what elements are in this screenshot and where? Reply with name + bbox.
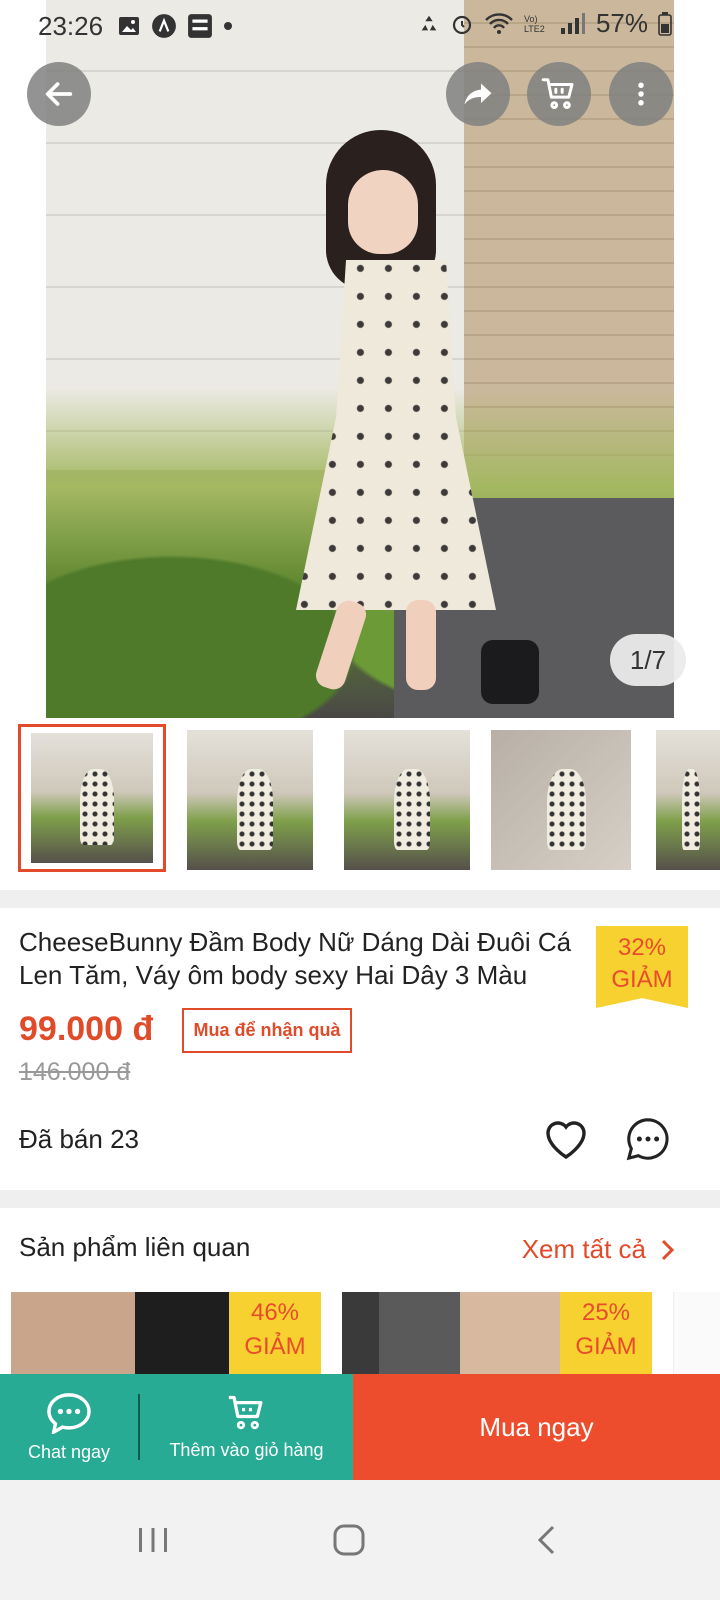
recent-apps-button[interactable] [118, 1508, 188, 1572]
related-discount-label: GIẢM [575, 1333, 637, 1360]
recycle-icon [421, 15, 437, 30]
gift-tag[interactable]: Mua để nhận quà [182, 1008, 352, 1053]
chat-icon [47, 1392, 91, 1434]
original-price: 146.000 đ [19, 1058, 131, 1086]
model-figure [256, 130, 539, 704]
product-price: 99.000 đ [19, 1010, 154, 1048]
back-button[interactable] [27, 62, 91, 126]
wifi-icon [485, 12, 513, 34]
network-label: Vo) LTE2 [523, 13, 545, 34]
status-bar-right: Vo) LTE2 57% [418, 8, 672, 39]
see-all-link[interactable]: Xem tất cả [522, 1234, 676, 1265]
related-product-card-3[interactable] [673, 1292, 720, 1374]
chevron-right-icon [661, 1239, 675, 1260]
add-to-cart-label: Thêm vào giỏ hàng [169, 1439, 324, 1460]
related-discount-percent: 46% [250, 1299, 300, 1326]
product-image-gallery[interactable]: 1/7 [0, 0, 720, 718]
section-divider [0, 1190, 720, 1208]
buy-now-button[interactable]: Mua ngay [353, 1374, 720, 1480]
news-notification-icon [187, 13, 213, 39]
see-all-label: Xem tất cả [521, 1234, 646, 1264]
chat-bubble-icon [626, 1118, 669, 1161]
cart-icon [541, 78, 574, 109]
system-back-button[interactable] [512, 1508, 582, 1572]
bottom-action-bar: Chat ngay Thêm vào giỏ hàng Mua ngay [0, 1374, 720, 1480]
discount-percent: 32% [617, 934, 667, 961]
related-discount-badge: 46% GIẢM [229, 1292, 321, 1374]
thumbnail-4[interactable] [491, 730, 631, 870]
related-discount-badge: 25% GIẢM [560, 1292, 652, 1374]
chat-seller-button[interactable] [623, 1114, 673, 1164]
clock: 23:26 [38, 10, 104, 41]
related-product-card-2[interactable]: 25% GIẢM [342, 1292, 652, 1374]
chat-now-label: Chat ngay [27, 1441, 111, 1462]
home-button[interactable] [314, 1508, 384, 1572]
section-divider [0, 890, 720, 908]
recent-apps-icon [139, 1528, 167, 1552]
chat-now-button[interactable]: Chat ngay [0, 1374, 138, 1480]
share-button[interactable] [446, 62, 510, 126]
related-discount-label: GIẢM [244, 1333, 306, 1360]
more-vertical-icon [638, 82, 644, 106]
thumbnail-1[interactable] [18, 724, 166, 872]
heart-icon [546, 1121, 586, 1160]
related-products-title: Sản phẩm liên quan [19, 1232, 251, 1262]
gallery-notification-icon [117, 14, 141, 38]
thumbnail-3[interactable] [344, 730, 470, 870]
back-chevron-icon [537, 1525, 555, 1555]
signal-icon [560, 12, 585, 34]
discount-badge: 32% GIẢM [596, 926, 688, 1008]
cart-button[interactable] [527, 62, 591, 126]
app-notification-icon [151, 13, 177, 39]
share-icon [464, 83, 492, 105]
arrow-left-icon [45, 82, 73, 106]
related-product-card-1[interactable]: 46% GIẢM [11, 1292, 321, 1374]
system-navigation-bar [0, 1480, 720, 1600]
image-counter: 1/7 [610, 634, 686, 686]
thumbnail-2[interactable] [187, 730, 313, 870]
more-notifications-dot-icon [223, 21, 233, 31]
cart-icon [228, 1395, 262, 1429]
thumbnail-strip[interactable] [0, 724, 720, 878]
favorite-button[interactable] [541, 1114, 591, 1164]
sold-count: Đã bán 23 [19, 1124, 139, 1154]
battery-icon [658, 11, 672, 36]
add-to-cart-button[interactable]: Thêm vào giỏ hàng [140, 1374, 353, 1480]
product-title: CheeseBunny Đầm Body Nữ Dáng Dài Đuôi Cá… [19, 927, 572, 990]
home-icon [333, 1524, 365, 1556]
discount-label: GIẢM [611, 966, 673, 993]
thumbnail-5[interactable] [656, 730, 720, 870]
battery-percent: 57% [595, 8, 648, 38]
alarm-icon [452, 15, 472, 34]
related-discount-percent: 25% [581, 1299, 631, 1326]
more-options-button[interactable] [609, 62, 673, 126]
